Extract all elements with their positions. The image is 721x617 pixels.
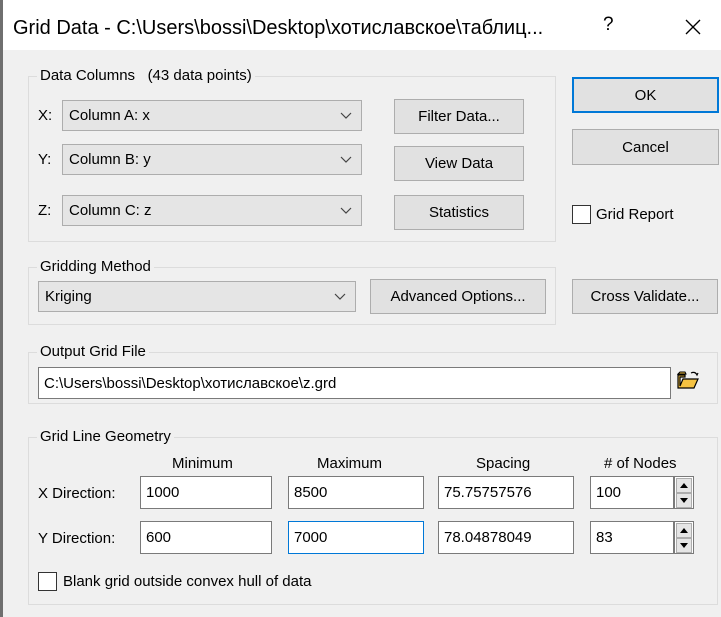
- help-button[interactable]: ?: [603, 14, 614, 36]
- nodes-header: # of Nodes: [604, 455, 677, 472]
- y-maximum-input[interactable]: 7000: [288, 521, 424, 554]
- spin-down-button[interactable]: [676, 538, 692, 553]
- x-maximum-input[interactable]: 8500: [288, 476, 424, 509]
- x-column-value: Column A: x: [69, 107, 150, 124]
- cross-validate-button[interactable]: Cross Validate...: [572, 279, 718, 314]
- spacing-header: Spacing: [476, 455, 531, 472]
- x-column-label: X:: [38, 107, 53, 124]
- ok-button[interactable]: OK: [572, 77, 719, 113]
- output-grid-legend: Output Grid File: [37, 343, 149, 360]
- y-spacing-input[interactable]: 78.04878049: [438, 521, 574, 554]
- output-grid-path-input[interactable]: C:\Users\bossi\Desktop\хотиславское\z.gr…: [38, 367, 671, 399]
- spin-up-button[interactable]: [676, 523, 692, 538]
- spin-up-button[interactable]: [676, 478, 692, 493]
- x-column-select[interactable]: Column A: x: [62, 100, 362, 131]
- blank-hull-checkbox[interactable]: [38, 572, 57, 591]
- gridding-method-value: Kriging: [45, 288, 92, 305]
- z-column-value: Column C: z: [69, 202, 152, 219]
- data-columns-legend: Data Columns (43 data points): [37, 67, 255, 84]
- y-column-select[interactable]: Column B: y: [62, 144, 362, 175]
- triangle-down-icon: [680, 543, 688, 548]
- y-column-value: Column B: y: [69, 151, 151, 168]
- filter-data-button[interactable]: Filter Data...: [394, 99, 524, 134]
- grid-report-checkbox[interactable]: [572, 205, 591, 224]
- data-points-count: (43 data points): [147, 67, 252, 84]
- y-nodes-spinner[interactable]: [674, 521, 694, 554]
- z-column-select[interactable]: Column C: z: [62, 195, 362, 226]
- blank-hull-label[interactable]: Blank grid outside convex hull of data: [63, 573, 312, 590]
- chevron-down-icon: [340, 207, 352, 214]
- window-title: Grid Data - C:\Users\bossi\Desktop\хотис…: [13, 17, 544, 39]
- close-icon: [685, 19, 701, 35]
- spin-down-button[interactable]: [676, 493, 692, 508]
- chevron-down-icon: [340, 156, 352, 163]
- close-button[interactable]: [673, 10, 713, 44]
- gridding-method-legend: Gridding Method: [37, 258, 154, 275]
- x-spacing-input[interactable]: 75.75757576: [438, 476, 574, 509]
- window-left-edge: [0, 0, 3, 617]
- z-column-label: Z:: [38, 202, 52, 219]
- grid-report-label[interactable]: Grid Report: [596, 206, 674, 223]
- y-direction-label: Y Direction:: [38, 530, 116, 547]
- folder-open-icon[interactable]: [677, 370, 699, 390]
- y-nodes-input[interactable]: 83: [590, 521, 674, 554]
- y-minimum-input[interactable]: 600: [140, 521, 272, 554]
- view-data-button[interactable]: View Data: [394, 146, 524, 181]
- data-columns-title: Data Columns: [40, 67, 136, 84]
- grid-data-dialog: Grid Data - C:\Users\bossi\Desktop\хотис…: [0, 0, 721, 617]
- x-nodes-spinner[interactable]: [674, 476, 694, 509]
- statistics-button[interactable]: Statistics: [394, 195, 524, 230]
- grid-line-geometry-legend: Grid Line Geometry: [37, 428, 174, 445]
- triangle-up-icon: [680, 483, 688, 488]
- triangle-down-icon: [680, 498, 688, 503]
- x-minimum-input[interactable]: 1000: [140, 476, 272, 509]
- maximum-header: Maximum: [317, 455, 383, 472]
- chevron-down-icon: [334, 293, 346, 300]
- chevron-down-icon: [340, 112, 352, 119]
- gridding-method-select[interactable]: Kriging: [38, 281, 356, 312]
- triangle-up-icon: [680, 528, 688, 533]
- advanced-options-button[interactable]: Advanced Options...: [370, 279, 546, 314]
- y-column-label: Y:: [38, 151, 52, 168]
- cancel-button[interactable]: Cancel: [572, 129, 719, 165]
- x-nodes-input[interactable]: 100: [590, 476, 674, 509]
- x-direction-label: X Direction:: [38, 485, 116, 502]
- title-bar[interactable]: Grid Data - C:\Users\bossi\Desktop\хотис…: [3, 0, 721, 50]
- minimum-header: Minimum: [172, 455, 233, 472]
